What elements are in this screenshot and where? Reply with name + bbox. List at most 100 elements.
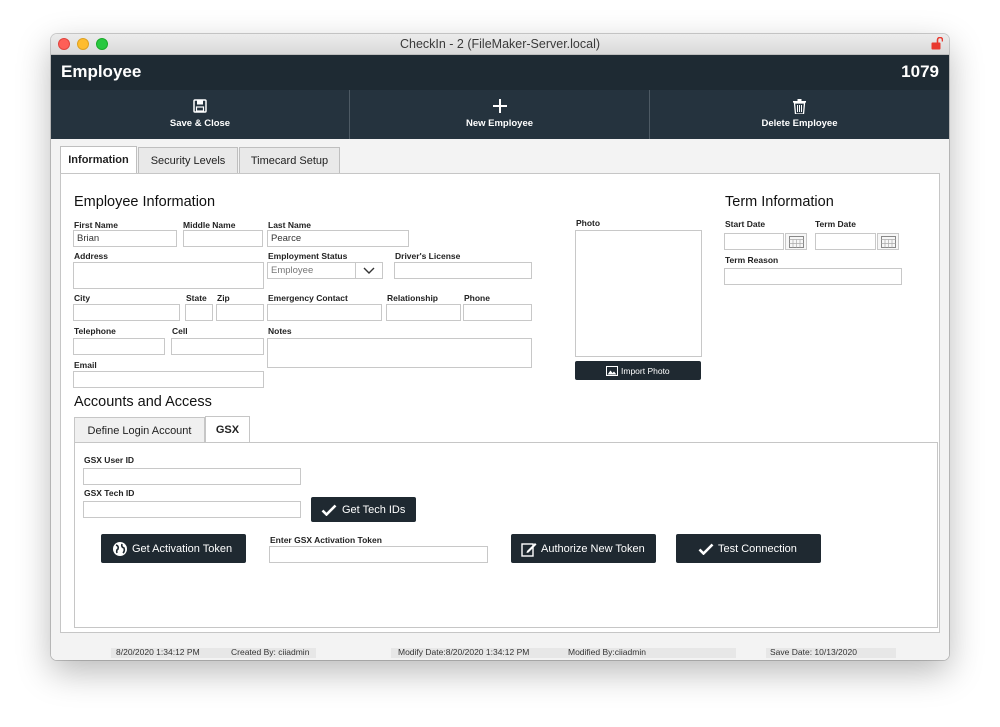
checkmark-icon bbox=[696, 534, 716, 563]
first-name-label: First Name bbox=[74, 220, 118, 230]
emergency-contact-field[interactable] bbox=[267, 304, 382, 321]
record-number: 1079 bbox=[901, 62, 939, 81]
record-header: Employee 1079 bbox=[51, 55, 949, 90]
phone-field[interactable] bbox=[463, 304, 532, 321]
employment-status-dropdown[interactable] bbox=[355, 262, 383, 279]
start-date-field[interactable] bbox=[724, 233, 784, 250]
telephone-label: Telephone bbox=[74, 326, 116, 336]
get-tech-ids-button[interactable]: Get Tech IDs bbox=[311, 497, 416, 522]
cell-field[interactable] bbox=[171, 338, 264, 355]
zip-label: Zip bbox=[217, 293, 230, 303]
tab-gsx[interactable]: GSX bbox=[205, 416, 250, 443]
globe-icon bbox=[110, 534, 130, 563]
modify-date: Modify Date:8/20/2020 1:34:12 PM bbox=[398, 647, 530, 657]
telephone-field[interactable] bbox=[73, 338, 165, 355]
notes-field[interactable] bbox=[267, 338, 532, 368]
term-information-heading: Term Information bbox=[725, 194, 834, 210]
drivers-license-field[interactable] bbox=[394, 262, 532, 279]
title-bar: CheckIn - 2 (FileMaker-Server.local) bbox=[51, 34, 949, 55]
term-date-label: Term Date bbox=[815, 219, 856, 229]
term-date-calendar-button[interactable] bbox=[877, 233, 899, 250]
state-field[interactable] bbox=[185, 304, 213, 321]
relationship-field[interactable] bbox=[386, 304, 461, 321]
gsx-tech-id-label: GSX Tech ID bbox=[84, 488, 135, 498]
test-connection-button[interactable]: Test Connection bbox=[676, 534, 821, 563]
start-date-calendar-button[interactable] bbox=[785, 233, 807, 250]
city-field[interactable] bbox=[73, 304, 180, 321]
modified-by: Modified By:ciiadmin bbox=[568, 647, 646, 657]
city-label: City bbox=[74, 293, 91, 303]
tab-define-login-account[interactable]: Define Login Account bbox=[74, 417, 205, 443]
drivers-license-label: Driver's License bbox=[395, 251, 461, 261]
term-reason-field[interactable] bbox=[724, 268, 902, 285]
toolbar: Save & Close New Employee Delete Employe… bbox=[51, 90, 949, 139]
employment-status-label: Employment Status bbox=[268, 251, 348, 261]
new-employee-label: New Employee bbox=[465, 118, 534, 129]
edit-icon bbox=[519, 534, 539, 563]
middle-name-field[interactable] bbox=[183, 230, 263, 247]
gsx-user-id-label: GSX User ID bbox=[84, 455, 135, 465]
enter-token-label: Enter GSX Activation Token bbox=[270, 535, 382, 545]
content-area: Information Security Levels Timecard Set… bbox=[51, 139, 949, 660]
relationship-label: Relationship bbox=[387, 293, 439, 303]
start-date-label: Start Date bbox=[725, 219, 766, 229]
save-close-label: Save & Close bbox=[169, 118, 231, 129]
term-reason-label: Term Reason bbox=[725, 255, 779, 265]
address-label: Address bbox=[74, 251, 109, 261]
import-photo-label: Import Photo bbox=[621, 365, 670, 376]
plus-icon bbox=[350, 99, 649, 115]
notes-label: Notes bbox=[268, 326, 292, 336]
state-label: State bbox=[186, 293, 207, 303]
checkmark-icon bbox=[319, 497, 339, 522]
phone-label: Phone bbox=[464, 293, 490, 303]
photo-label: Photo bbox=[576, 218, 601, 228]
image-icon bbox=[605, 361, 619, 380]
created-date: 8/20/2020 1:34:12 PM bbox=[116, 647, 200, 657]
unlock-icon[interactable] bbox=[931, 37, 943, 50]
record-footer: 8/20/2020 1:34:12 PM Created By: ciiadmi… bbox=[51, 644, 949, 660]
get-activation-token-label: Get Activation Token bbox=[132, 542, 233, 555]
test-connection-label: Test Connection bbox=[718, 542, 797, 555]
created-by: Created By: ciiadmin bbox=[231, 647, 310, 657]
gsx-user-id-field[interactable] bbox=[83, 468, 301, 485]
zip-field[interactable] bbox=[216, 304, 264, 321]
calendar-icon bbox=[881, 236, 896, 248]
photo-container[interactable] bbox=[575, 230, 702, 357]
email-field[interactable] bbox=[73, 371, 264, 388]
authorize-new-token-button[interactable]: Authorize New Token bbox=[511, 534, 656, 563]
cell-label: Cell bbox=[172, 326, 188, 336]
new-employee-button[interactable]: New Employee bbox=[350, 90, 650, 139]
app-window: CheckIn - 2 (FileMaker-Server.local) Emp… bbox=[51, 34, 949, 660]
first-name-field[interactable]: Brian bbox=[73, 230, 177, 247]
delete-employee-button[interactable]: Delete Employee bbox=[650, 90, 949, 139]
employee-information-heading: Employee Information bbox=[74, 194, 216, 210]
delete-employee-label: Delete Employee bbox=[761, 118, 838, 129]
information-panel: Employee Information First Name Brian Mi… bbox=[60, 173, 940, 633]
address-field[interactable] bbox=[73, 262, 264, 289]
emergency-contact-label: Emergency Contact bbox=[268, 293, 348, 303]
tab-information[interactable]: Information bbox=[60, 146, 137, 174]
window-title: CheckIn - 2 (FileMaker-Server.local) bbox=[399, 37, 601, 51]
trash-icon bbox=[650, 99, 949, 115]
chevron-down-icon bbox=[363, 267, 375, 274]
term-date-field[interactable] bbox=[815, 233, 876, 250]
activation-token-field[interactable] bbox=[269, 546, 488, 563]
save-date: Save Date: 10/13/2020 bbox=[770, 647, 857, 657]
gsx-panel: GSX User ID GSX Tech ID Get Tech IDs Get… bbox=[74, 442, 938, 628]
gsx-tech-id-field[interactable] bbox=[83, 501, 301, 518]
email-label: Email bbox=[74, 360, 97, 370]
authorize-new-token-label: Authorize New Token bbox=[541, 542, 645, 555]
tab-timecard-setup[interactable]: Timecard Setup bbox=[239, 147, 340, 173]
accounts-access-heading: Accounts and Access bbox=[74, 394, 212, 410]
calendar-icon bbox=[789, 236, 804, 248]
last-name-label: Last Name bbox=[268, 220, 311, 230]
get-tech-ids-label: Get Tech IDs bbox=[342, 503, 406, 516]
middle-name-label: Middle Name bbox=[183, 220, 236, 230]
import-photo-button[interactable]: Import Photo bbox=[575, 361, 701, 380]
last-name-field[interactable]: Pearce bbox=[267, 230, 409, 247]
tab-security-levels[interactable]: Security Levels bbox=[138, 147, 238, 173]
get-activation-token-button[interactable]: Get Activation Token bbox=[101, 534, 246, 563]
floppy-disk-icon bbox=[51, 99, 349, 115]
page-title: Employee bbox=[61, 62, 142, 81]
save-close-button[interactable]: Save & Close bbox=[51, 90, 350, 139]
